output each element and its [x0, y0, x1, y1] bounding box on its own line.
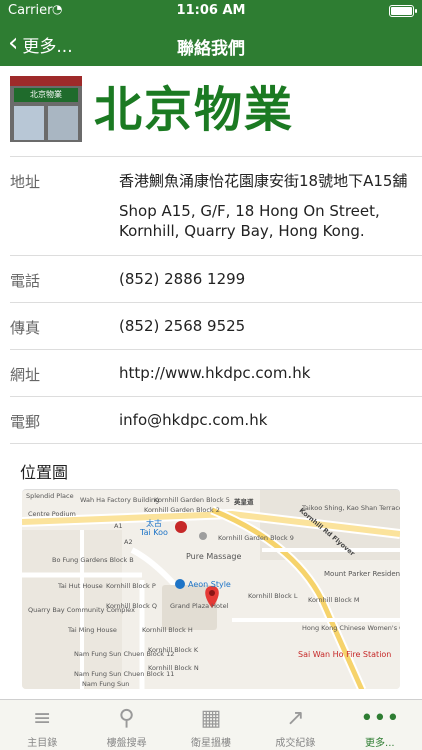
map-label: Centre Podium [28, 510, 76, 518]
tab-transactions[interactable]: ↗ 成交紀錄 [253, 700, 337, 750]
map-label: Sai Wan Ho Fire Station [298, 650, 392, 659]
book-icon: ≡ [32, 706, 52, 731]
map-label: Kornhill Garden Block 2 [144, 506, 220, 514]
shop-photo: 北京物業 [10, 76, 82, 142]
fax-row: 傳真 (852) 2568 9525 [10, 302, 422, 349]
fax-label: 傳真 [10, 319, 41, 337]
map-label: A1 [114, 522, 123, 530]
map-label: Aeon Style [188, 580, 231, 589]
map-label: Kornhill Garden Block 5 [154, 496, 230, 504]
contact-list: 地址 香港鰂魚涌康怡花園康安街18號地下A15舖 Shop A15, G/F, … [0, 156, 422, 689]
shop-sign: 北京物業 [14, 88, 78, 102]
map-label: Wah Ha Factory Building [80, 496, 160, 504]
website-row[interactable]: 網址 http://www.hkdpc.com.hk [10, 349, 422, 396]
map-label: Nam Fung Sun Chuen Block 11 [74, 670, 175, 678]
map-label: Splendid Place [26, 492, 74, 500]
fax-value: (852) 2568 9525 [119, 317, 246, 335]
map-label: Kornhill Block K [148, 646, 199, 654]
map-label: Kornhill Block H [142, 626, 193, 634]
chart-icon: ↗ [286, 706, 305, 731]
map-label: Kornhill Block P [106, 582, 156, 590]
map-label: 英皇道 [234, 498, 254, 506]
tab-property-search[interactable]: ⚲ 樓盤搜尋 [84, 700, 168, 750]
email-link[interactable]: info@hkdpc.com.hk [119, 397, 422, 443]
map-label: Kornhill Garden Block 9 [218, 534, 294, 542]
tab-main-menu[interactable]: ≡ 主目錄 [0, 700, 84, 750]
satellite-building-icon: ▦ [200, 706, 222, 731]
website-link[interactable]: http://www.hkdpc.com.hk [119, 350, 422, 396]
map-label: A2 [124, 538, 133, 546]
brand-name: 北京物業 [94, 82, 295, 138]
map-section-title: 位置圖 [10, 443, 422, 489]
phone-row[interactable]: 電話 (852) 2886 1299 [10, 255, 422, 302]
map-label: Quarry Bay Community Complex [28, 606, 135, 614]
map-label: Tai Koo [140, 528, 168, 537]
website-label: 網址 [10, 366, 41, 384]
email-label: 電郵 [10, 413, 41, 431]
map-label: Hong Kong Chinese Women's Club College [302, 624, 400, 632]
phone-value[interactable]: (852) 2886 1299 [119, 256, 422, 302]
tab-satellite-search[interactable]: ▦ 衛星搵樓 [169, 700, 253, 750]
status-time: 11:06 AM [176, 3, 246, 18]
more-icon: ••• [360, 706, 400, 731]
tab-bar: ≡ 主目錄 ⚲ 樓盤搜尋 ▦ 衛星搵樓 ↗ 成交紀錄 ••• 更多... [0, 699, 422, 750]
map-label: Taikoo Shing, Kao Shan Terrace Ye.. [302, 504, 400, 512]
address-label: 地址 [10, 173, 41, 191]
map-label: Nam Fung Sun [82, 680, 130, 688]
address-zh: 香港鰂魚涌康怡花園康安街18號地下A15舖 [119, 172, 408, 190]
map-label: Pure Massage [186, 552, 242, 561]
status-bar: Carrier ◔ 11:06 AM [0, 0, 422, 22]
phone-label: 電話 [10, 272, 41, 290]
search-icon: ⚲ [118, 706, 135, 731]
email-row[interactable]: 電郵 info@hkdpc.com.hk [10, 396, 422, 443]
contact-content[interactable]: 北京物業 北京物業 地址 香港鰂魚涌康怡花園康安街18號地下A15舖 Shop … [0, 66, 422, 699]
address-en: Shop A15, G/F, 18 Hong On Street, Kornhi… [119, 202, 380, 240]
brand-header: 北京物業 北京物業 [10, 76, 412, 146]
battery-icon [389, 5, 417, 17]
navigation-header: Carrier ◔ 11:06 AM ‹ 更多... 聯絡我們 [0, 0, 422, 66]
map-label: Grand Plaza Hotel [170, 602, 229, 610]
map-label: Kornhill Block M [308, 596, 360, 604]
map-label: Bo Fung Gardens Block B [52, 556, 134, 564]
address-value: 香港鰂魚涌康怡花園康安街18號地下A15舖 Shop A15, G/F, 18 … [119, 157, 422, 255]
map-label: Tai Ming House [68, 626, 117, 634]
map-label: Mount Parker Residences [324, 570, 400, 578]
tab-more[interactable]: ••• 更多... [338, 700, 422, 750]
page-title: 聯絡我們 [177, 39, 245, 59]
address-row: 地址 香港鰂魚涌康怡花園康安街18號地下A15舖 Shop A15, G/F, … [10, 156, 422, 255]
map-label: Tai Hut House [58, 582, 103, 590]
location-map[interactable]: Splendid Place Wah Ha Factory Building K… [22, 489, 400, 689]
map-label: Kornhill Block L [248, 592, 298, 600]
